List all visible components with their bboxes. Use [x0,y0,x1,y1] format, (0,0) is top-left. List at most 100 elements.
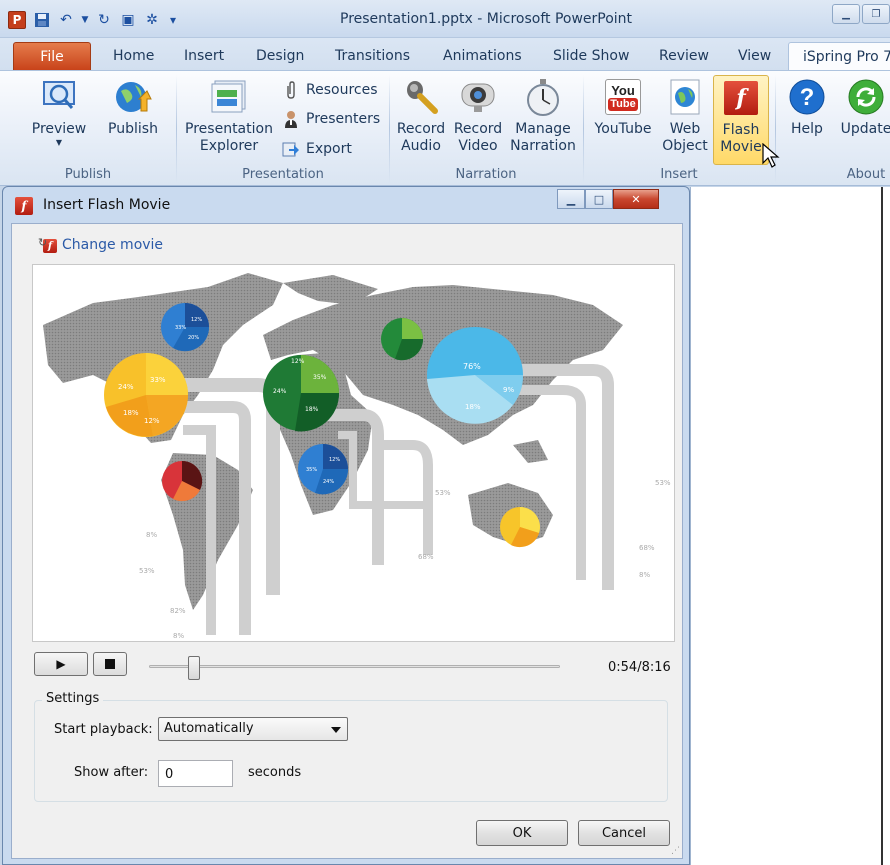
update-button[interactable]: Update [836,73,890,138]
tab-file[interactable]: File [13,42,91,70]
update-refresh-icon [846,77,886,117]
resources-label: Resources [306,82,378,98]
pie-south-america-red [162,460,203,502]
narration-group-label: Narration [455,167,517,182]
presenter-person-icon [282,110,300,128]
resize-grip-icon[interactable]: ⋰ [671,846,680,856]
flow-label: 82% [170,607,186,615]
youtube-button[interactable]: You Tube YouTube [590,73,656,138]
preview-button[interactable]: Preview ▼ [28,73,90,148]
save-icon[interactable] [32,10,52,30]
dialog-close-icon[interactable]: ✕ [613,189,659,209]
manage-narration-label-2: Narration [510,138,576,154]
pie-label: 24% [118,383,134,391]
redo-icon[interactable]: ↻ [94,10,114,30]
help-button[interactable]: ? Help [784,73,830,138]
quick-access-toolbar: P ↶ ▼ ↻ ▣ ✲ ▾ [8,9,184,31]
youtube-icon-top-text: You [611,82,635,98]
record-video-label-2: Video [458,138,498,154]
stop-icon [105,659,115,669]
tab-ispring-pro[interactable]: iSpring Pro 7 [788,42,890,71]
chevron-down-icon [331,727,341,733]
maximize-icon[interactable]: ❐ [862,4,890,24]
export-button[interactable]: Export [282,138,352,160]
seconds-label: seconds [248,765,302,780]
flash-movie-button[interactable]: f Flash Movie [713,75,769,165]
youtube-icon-bottom-text: Tube [608,97,638,111]
window-title: Presentation1.pptx - Microsoft PowerPoin… [340,11,633,27]
tab-animations[interactable]: Animations [443,45,522,70]
tab-design[interactable]: Design [256,45,304,70]
pie-label: 18% [123,409,139,417]
pie-americas-yellow: 24% 33% 18% 12% [104,353,188,437]
stop-button[interactable] [93,652,127,676]
tools-icon[interactable]: ✲ [142,10,162,30]
globe-publish-icon [113,77,153,117]
powerpoint-app-icon[interactable]: P [8,11,26,29]
export-label: Export [306,141,352,157]
record-audio-button[interactable]: Record Audio [394,73,448,155]
record-video-label-1: Record [453,121,503,137]
record-video-button[interactable]: Record Video [451,73,505,155]
undo-icon[interactable]: ↶ [56,10,76,30]
minimize-icon[interactable]: ▁ [832,4,860,24]
tab-view[interactable]: View [738,45,771,70]
dialog-maximize-icon[interactable]: □ [585,189,613,209]
world-map-land [43,273,623,610]
start-playback-value: Automatically [164,721,254,736]
pie-europe-green-small [381,318,424,361]
resources-button[interactable]: Resources [282,79,378,101]
tab-slide-show[interactable]: Slide Show [553,45,629,70]
seek-track[interactable] [149,665,560,668]
dialog-flash-icon: f [15,197,33,215]
presenters-button[interactable]: Presenters [282,108,380,130]
publish-button[interactable]: Publish [102,73,164,138]
export-icon [282,140,300,158]
customize-qat-icon[interactable]: ▾ [166,10,180,30]
manage-narration-button[interactable]: Manage Narration [508,73,578,155]
insert-group-label: Insert [660,167,698,182]
presentation-explorer-label-1: Presentation [185,121,273,137]
webcam-icon [458,77,498,117]
tab-transitions[interactable]: Transitions [335,45,410,70]
flow-label: 68% [418,553,434,561]
undo-dropdown-icon[interactable]: ▼ [80,10,90,30]
record-audio-label-2: Audio [401,138,441,154]
slide-canvas[interactable] [690,187,890,865]
pie-label: 35% [306,467,317,473]
pie-label: 24% [273,388,287,395]
stopwatch-icon [523,77,563,117]
youtube-label: YouTube [594,121,652,137]
app-icon-letter: P [12,13,22,27]
change-movie-link[interactable]: f ↻ Change movie [38,236,163,254]
tab-review[interactable]: Review [659,45,709,70]
ok-button[interactable]: OK [476,820,568,846]
slide-border [881,187,883,865]
svg-text:?: ? [800,84,815,111]
show-after-label: Show after: [74,765,149,780]
preview-dropdown-icon[interactable]: ▼ [28,138,90,148]
pie-label: 20% [188,335,199,341]
dialog-window-controls: ▁ □ ✕ [557,189,659,209]
ribbon: Preview ▼ Publish Publish Presentation E… [0,70,890,186]
help-icon: ? [787,77,827,117]
show-after-input[interactable]: 0 [158,760,233,787]
dialog-minimize-icon[interactable]: ▁ [557,189,585,209]
web-object-label-1: Web [669,121,701,137]
powerpoint-title-bar: P ↶ ▼ ↻ ▣ ✲ ▾ Presentation1.pptx - Micro… [0,0,890,38]
flow-label: 8% [173,632,184,640]
dialog-body: f ↻ Change movie 33% 12% 20% 24% 33% 18%… [11,223,683,859]
settings-group [34,700,668,802]
tab-insert[interactable]: Insert [184,45,224,70]
start-playback-select[interactable]: Automatically [158,717,348,741]
seek-slider-thumb[interactable] [188,656,201,680]
play-button[interactable]: ▶ [34,652,88,676]
insert-flash-movie-dialog: f Insert Flash Movie ▁ □ ✕ f ↻ Change mo… [2,186,690,865]
flow-label: 8% [146,531,157,539]
web-object-button[interactable]: Web Object [660,73,710,155]
presentation-explorer-button[interactable]: Presentation Explorer [184,73,274,155]
tab-home[interactable]: Home [113,45,154,70]
slideshow-icon[interactable]: ▣ [118,10,138,30]
cancel-button[interactable]: Cancel [578,820,670,846]
flash-movie-preview[interactable]: 33% 12% 20% 24% 33% 18% 12% 12% 35% 24% … [32,264,675,642]
